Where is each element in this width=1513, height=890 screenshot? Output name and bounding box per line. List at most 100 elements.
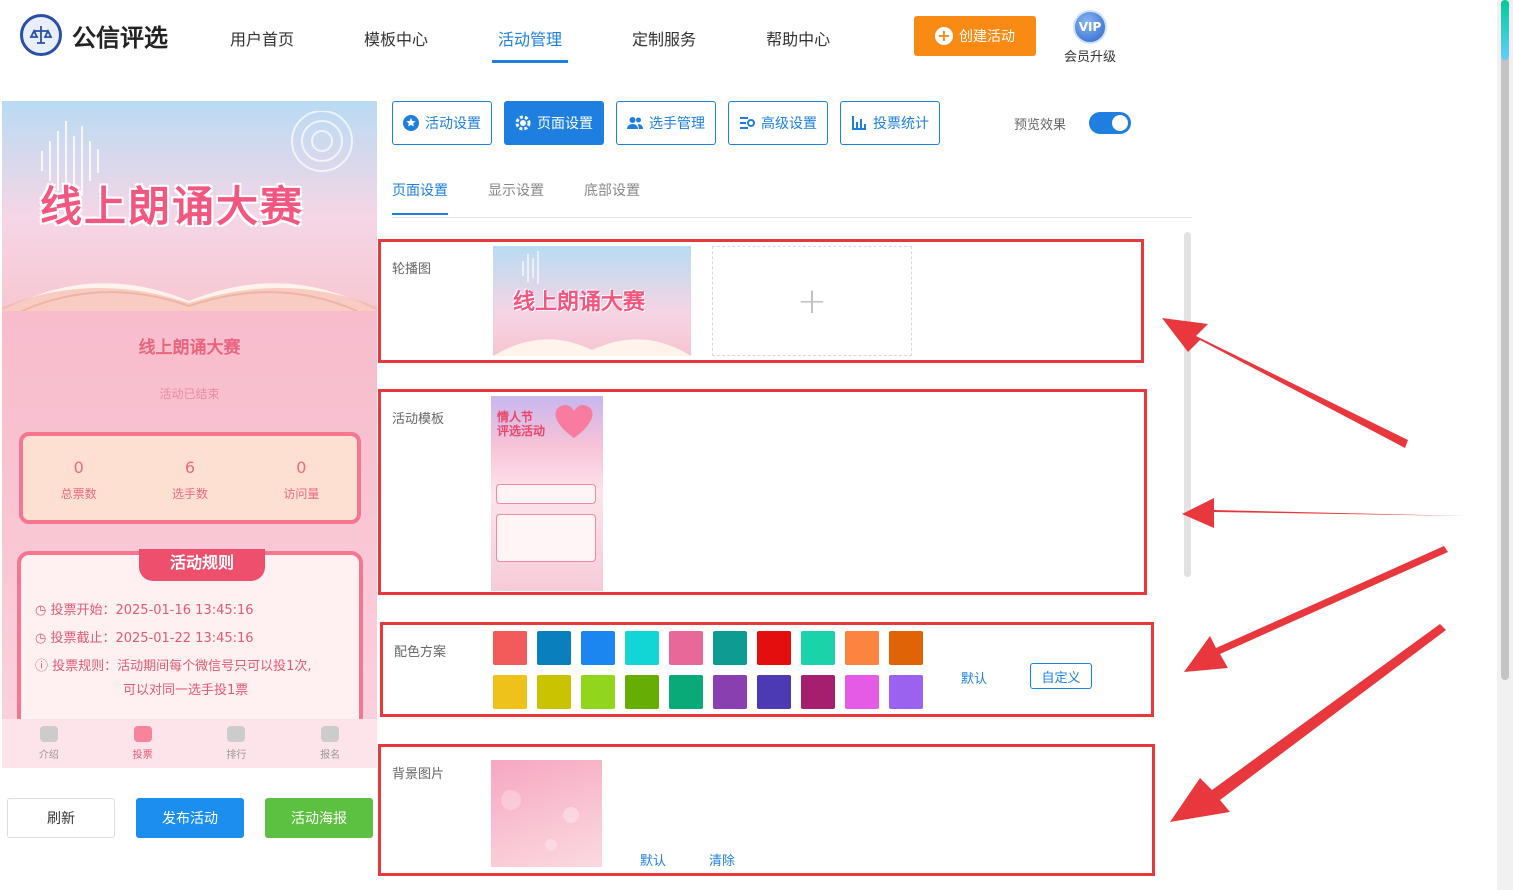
color-swatch[interactable] <box>625 675 659 709</box>
color-swatch[interactable] <box>801 675 835 709</box>
nav-custom-service[interactable]: 定制服务 <box>632 26 696 58</box>
color-swatch[interactable] <box>757 631 791 665</box>
button-label: 活动设置 <box>425 116 481 132</box>
carousel-image[interactable]: 线上朗诵大赛 <box>493 246 691 356</box>
main-nav: 用户首页 模板中心 活动管理 定制服务 帮助中心 <box>230 26 900 63</box>
preview-status: 活动已结束 <box>159 387 220 401</box>
page-scrollbar[interactable] <box>1497 0 1513 890</box>
mobile-preview: 线上朗诵大赛 线上朗诵大赛 活动已结束 0 总票数 6 选手数 0 访问量 活动… <box>2 101 377 768</box>
preview-tab-vote[interactable]: 投票 <box>133 726 153 761</box>
publish-activity-button[interactable]: 发布活动 <box>136 798 244 838</box>
color-swatch[interactable] <box>581 631 615 665</box>
tab-label: 投票 <box>132 750 153 761</box>
stat-label: 访问量 <box>283 487 320 501</box>
brand-logo[interactable]: 公信评选 <box>20 14 168 56</box>
button-label: 页面设置 <box>537 116 593 132</box>
template-thumbnail[interactable]: 情人节 评选活动 <box>491 396 603 591</box>
color-swatch[interactable] <box>669 675 703 709</box>
color-swatch[interactable] <box>669 631 703 665</box>
stat-contestants: 6 选手数 <box>172 458 208 502</box>
rules-title: 活动规则 <box>139 549 265 581</box>
users-icon <box>627 117 643 129</box>
preview-effect-label: 预览效果 <box>1014 118 1067 133</box>
refresh-button[interactable]: 刷新 <box>7 798 115 838</box>
create-activity-button[interactable]: + 创建活动 <box>914 16 1036 56</box>
page-settings-button[interactable]: 页面设置 <box>504 101 604 145</box>
signup-icon <box>321 726 340 742</box>
subtab-page-settings[interactable]: 页面设置 <box>392 176 448 217</box>
color-custom-button[interactable]: 自定义 <box>1030 663 1092 689</box>
nav-templates[interactable]: 模板中心 <box>364 26 428 58</box>
color-scheme-label: 配色方案 <box>394 645 447 660</box>
background-image-thumbnail[interactable] <box>491 760 602 867</box>
preview-tab-signup[interactable]: 报名 <box>320 726 340 761</box>
color-swatch[interactable] <box>845 675 879 709</box>
stat-total-votes: 0 总票数 <box>61 458 97 502</box>
color-swatch[interactable] <box>493 631 527 665</box>
preview-tab-bar: 介绍 投票 排行 报名 <box>2 719 377 768</box>
color-swatch[interactable] <box>537 631 571 665</box>
page-scrollbar-indicator <box>1501 0 1509 60</box>
bar-chart-icon <box>852 116 866 130</box>
subtab-footer-settings[interactable]: 底部设置 <box>584 176 640 217</box>
background-clear-link[interactable]: 清除 <box>709 850 735 869</box>
color-swatch[interactable] <box>713 631 747 665</box>
settings-subtabs: 页面设置 显示设置 底部设置 <box>392 176 1192 218</box>
color-swatches <box>493 631 923 709</box>
color-swatch[interactable] <box>581 675 615 709</box>
stat-label: 总票数 <box>60 487 97 501</box>
preview-tab-intro[interactable]: 介绍 <box>39 726 59 761</box>
nav-home[interactable]: 用户首页 <box>230 26 294 58</box>
preview-actions: 刷新 发布活动 活动海报 <box>7 798 394 838</box>
advanced-settings-button[interactable]: 高级设置 <box>728 101 828 145</box>
stat-value: 6 <box>184 458 196 477</box>
sliders-gear-icon <box>740 117 755 129</box>
preview-title: 线上朗诵大赛 <box>138 338 241 358</box>
page-scrollbar-thumb[interactable] <box>1501 0 1509 680</box>
stat-value: 0 <box>73 458 84 477</box>
brand-name: 公信评选 <box>72 23 168 52</box>
tab-label: 报名 <box>320 750 341 761</box>
template-thumbnail-title: 情人节 评选活动 <box>497 410 545 438</box>
color-swatch[interactable] <box>493 675 527 709</box>
stat-label: 选手数 <box>171 487 208 501</box>
activity-poster-button[interactable]: 活动海报 <box>265 798 373 838</box>
arrow-to-carousel <box>1162 318 1408 448</box>
template-section: 活动模板 情人节 评选活动 <box>378 389 1147 595</box>
heart-balloon-icon <box>555 404 593 438</box>
color-swatch[interactable] <box>889 675 923 709</box>
bokeh-decoration <box>501 790 579 851</box>
button-label: 投票统计 <box>873 116 929 132</box>
color-swatch[interactable] <box>625 631 659 665</box>
stat-visits: 0 访问量 <box>283 458 319 502</box>
background-image-label: 背景图片 <box>392 767 445 782</box>
color-swatch[interactable] <box>845 631 879 665</box>
activity-settings-button[interactable]: 活动设置 <box>392 101 492 145</box>
color-swatch[interactable] <box>757 675 791 709</box>
background-default-link[interactable]: 默认 <box>640 850 666 869</box>
background-image-section: 背景图片 默认 清除 <box>378 744 1155 876</box>
contestant-management-button[interactable]: 选手管理 <box>616 101 716 145</box>
tab-label: 排行 <box>226 750 247 761</box>
preview-effect-toggle[interactable] <box>1089 112 1131 134</box>
template-stats-card <box>496 484 596 504</box>
subtab-display-settings[interactable]: 显示设置 <box>488 176 544 217</box>
color-swatch[interactable] <box>801 631 835 665</box>
color-scheme-section: 配色方案 默认 自定义 <box>380 622 1154 717</box>
preview-stats: 0 总票数 6 选手数 0 访问量 <box>19 432 361 524</box>
nav-help-center[interactable]: 帮助中心 <box>766 26 830 58</box>
nav-activity-management[interactable]: 活动管理 <box>492 26 569 63</box>
vip-badge-icon: VIP <box>1073 10 1107 44</box>
color-swatch[interactable] <box>889 631 923 665</box>
template-rules-card <box>496 514 596 562</box>
preview-tab-ranking[interactable]: 排行 <box>226 726 246 761</box>
vote-statistics-button[interactable]: 投票统计 <box>840 101 940 145</box>
color-default-link[interactable]: 默认 <box>961 668 987 687</box>
color-swatch[interactable] <box>537 675 571 709</box>
vip-upgrade[interactable]: VIP 会员升级 <box>1060 10 1120 65</box>
button-label: 高级设置 <box>761 116 817 132</box>
template-title-line1: 情人节 <box>497 410 534 424</box>
arrow-to-template <box>1182 498 1465 528</box>
color-swatch[interactable] <box>713 675 747 709</box>
add-carousel-image-button[interactable]: + <box>712 246 912 356</box>
